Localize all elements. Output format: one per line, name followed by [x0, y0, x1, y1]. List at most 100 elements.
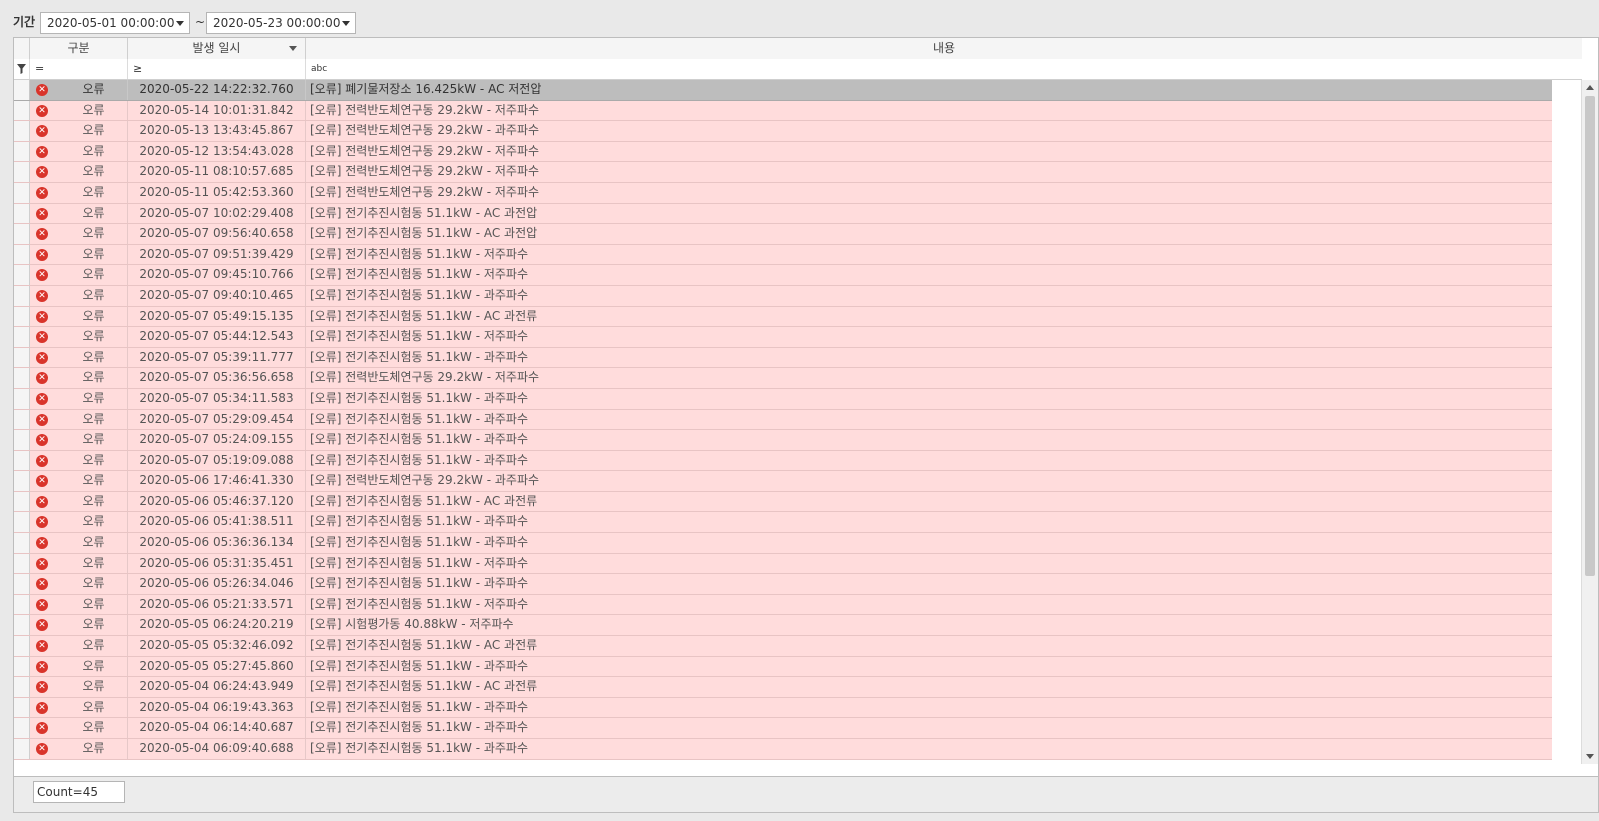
table-row[interactable]: ✕ 오류 2020-05-06 05:36:36.134 [오류] 전기추진시험동 5… [14, 533, 1552, 554]
row-indicator[interactable] [14, 718, 30, 738]
grid-footer: Count=45 [13, 777, 1599, 813]
cell-content: [오류] 전기추진시험동 51.1kW - 과주파수 [310, 576, 529, 591]
row-indicator[interactable] [14, 141, 30, 162]
start-date-value: 2020-05-01 00:00:00 [47, 16, 175, 30]
cell-content: [오류] 전기추진시험동 51.1kW - AC 과전류 [310, 679, 538, 694]
row-indicator[interactable] [14, 553, 30, 574]
row-indicator[interactable] [14, 285, 30, 306]
table-row[interactable]: ✕ 오류 2020-05-07 05:29:09.454 [오류] 전기추진시험동 5… [14, 409, 1552, 431]
table-row[interactable]: ✕ 오류 2020-05-07 05:49:15.135 [오류] 전기추진시험동 5… [14, 306, 1552, 328]
chevron-down-icon[interactable] [342, 21, 350, 26]
row-indicator[interactable] [14, 80, 30, 100]
table-row[interactable]: ✕ 오류 2020-05-06 05:41:38.511 [오류] 전기추진시험동 5… [14, 512, 1552, 534]
table-row[interactable]: ✕ 오류 2020-05-07 05:36:56.658 [오류] 전력반도체연구동 … [14, 368, 1552, 389]
filter-content[interactable]: abc [306, 59, 1582, 79]
row-indicator[interactable] [14, 636, 30, 656]
row-indicator[interactable] [14, 347, 30, 368]
table-row[interactable]: ✕ 오류 2020-05-06 05:31:35.451 [오류] 전기추진시험동 5… [14, 553, 1552, 575]
table-row[interactable]: ✕ 오류 2020-05-07 05:44:12.543 [오류] 전기추진시험동 5… [14, 327, 1552, 348]
chevron-down-icon[interactable] [176, 21, 184, 26]
cell-date: 2020-05-04 06:09:40.688 [128, 739, 306, 759]
row-indicator[interactable] [14, 409, 30, 430]
scroll-thumb[interactable] [1585, 96, 1595, 576]
table-row[interactable]: ✕ 오류 2020-05-07 09:51:39.429 [오류] 전기추진시험동 5… [14, 244, 1552, 266]
row-indicator[interactable] [14, 677, 30, 697]
row-indicator[interactable] [14, 306, 30, 327]
row-indicator[interactable] [14, 594, 30, 615]
error-x-icon: ✕ [30, 183, 50, 203]
cell-content: [오류] 전기추진시험동 51.1kW - 과주파수 [310, 741, 529, 755]
row-indicator[interactable] [14, 574, 30, 594]
row-indicator[interactable] [14, 450, 30, 471]
table-row[interactable]: ✕ 오류 2020-05-06 05:21:33.571 [오류] 전기추진시험동 5… [14, 594, 1552, 616]
row-indicator[interactable] [14, 533, 30, 553]
row-indicator[interactable] [14, 327, 30, 347]
table-row[interactable]: ✕ 오류 2020-05-06 05:46:37.120 [오류] 전기추진시험동 5… [14, 491, 1552, 513]
table-row[interactable]: ✕ 오류 2020-05-05 05:27:45.860 [오류] 전기추진시험동 5… [14, 656, 1552, 678]
error-x-icon: ✕ [30, 327, 50, 347]
table-row[interactable]: ✕ 오류 2020-05-05 06:24:20.219 [오류] 시험평가동 40.… [14, 615, 1552, 637]
cell-date: 2020-05-07 05:19:09.088 [128, 450, 306, 471]
table-row[interactable]: ✕ 오류 2020-05-04 06:19:43.363 [오류] 전기추진시험동 5… [14, 697, 1552, 719]
scroll-down-icon[interactable] [1586, 754, 1594, 759]
table-row[interactable]: ✕ 오류 2020-05-07 05:34:11.583 [오류] 전기추진시험동 5… [14, 388, 1552, 410]
table-row[interactable]: ✕ 오류 2020-05-06 17:46:41.330 [오류] 전력반도체연구동 … [14, 471, 1552, 492]
row-indicator[interactable] [14, 368, 30, 388]
row-indicator[interactable] [14, 615, 30, 636]
table-row[interactable]: ✕ 오류 2020-05-07 05:39:11.777 [오류] 전기추진시험동 5… [14, 347, 1552, 369]
table-row[interactable]: ✕ 오류 2020-05-07 09:45:10.766 [오류] 전기추진시험동 5… [14, 265, 1552, 286]
table-row[interactable]: ✕ 오류 2020-05-12 13:54:43.028 [오류] 전력반도체연구동 … [14, 141, 1552, 163]
column-header-type[interactable]: 구분 [30, 38, 128, 59]
cell-date: 2020-05-06 17:46:41.330 [128, 471, 306, 491]
row-indicator[interactable] [14, 265, 30, 285]
table-row[interactable]: ✕ 오류 2020-05-11 05:42:53.360 [오류] 전력반도체연구동 … [14, 182, 1552, 204]
row-indicator[interactable] [14, 182, 30, 203]
row-indicator[interactable] [14, 471, 30, 491]
row-indicator[interactable] [14, 430, 30, 450]
cell-type: 오류 [50, 244, 128, 265]
vertical-scrollbar[interactable] [1581, 80, 1598, 764]
end-date-picker[interactable]: 2020-05-23 00:00:00 [206, 12, 356, 34]
table-row[interactable]: ✕ 오류 2020-05-22 14:22:32.760 [오류] 폐기물저장소 16… [14, 80, 1552, 101]
cell-type: 오류 [50, 265, 128, 285]
start-date-picker[interactable]: 2020-05-01 00:00:00 [40, 12, 190, 34]
table-row[interactable]: ✕ 오류 2020-05-13 13:43:45.867 [오류] 전력반도체연구동 … [14, 121, 1552, 142]
filter-date[interactable]: ≥ [128, 59, 306, 79]
table-row[interactable]: ✕ 오류 2020-05-07 09:56:40.658 [오류] 전기추진시험동 5… [14, 224, 1552, 245]
row-indicator[interactable] [14, 162, 30, 182]
cell-type: 오류 [50, 224, 128, 244]
table-row[interactable]: ✕ 오류 2020-05-06 05:26:34.046 [오류] 전기추진시험동 5… [14, 574, 1552, 595]
table-row[interactable]: ✕ 오류 2020-05-07 09:40:10.465 [오류] 전기추진시험동 5… [14, 285, 1552, 307]
filter-type[interactable]: = [30, 59, 128, 79]
table-row[interactable]: ✕ 오류 2020-05-04 06:09:40.688 [오류] 전기추진시험동 5… [14, 739, 1552, 760]
row-indicator[interactable] [14, 739, 30, 759]
row-indicator[interactable] [14, 697, 30, 718]
table-row[interactable]: ✕ 오류 2020-05-05 05:32:46.092 [오류] 전기추진시험동 5… [14, 636, 1552, 657]
table-row[interactable]: ✕ 오류 2020-05-14 10:01:31.842 [오류] 전력반도체연구동 … [14, 100, 1552, 122]
column-header-date-label: 발생 일시 [192, 41, 241, 55]
table-row[interactable]: ✕ 오류 2020-05-04 06:14:40.687 [오류] 전기추진시험동 5… [14, 718, 1552, 739]
error-x-icon: ✕ [30, 286, 50, 306]
row-indicator[interactable] [14, 100, 30, 121]
row-indicator[interactable] [14, 244, 30, 265]
column-header-content[interactable]: 내용 [306, 38, 1582, 59]
row-indicator[interactable] [14, 512, 30, 533]
row-indicator[interactable] [14, 388, 30, 409]
table-row[interactable]: ✕ 오류 2020-05-07 05:19:09.088 [오류] 전기추진시험동 5… [14, 450, 1552, 472]
table-row[interactable]: ✕ 오류 2020-05-07 05:24:09.155 [오류] 전기추진시험동 5… [14, 430, 1552, 451]
cell-date: 2020-05-06 05:46:37.120 [128, 491, 306, 512]
scroll-up-icon[interactable] [1586, 85, 1594, 90]
cell-date: 2020-05-07 09:40:10.465 [128, 285, 306, 306]
row-indicator[interactable] [14, 224, 30, 244]
row-indicator[interactable] [14, 491, 30, 512]
error-x-icon: ✕ [30, 307, 50, 327]
row-indicator[interactable] [14, 656, 30, 677]
column-header-date[interactable]: 발생 일시 [128, 38, 306, 59]
table-row[interactable]: ✕ 오류 2020-05-04 06:24:43.949 [오류] 전기추진시험동 5… [14, 677, 1552, 698]
row-indicator[interactable] [14, 121, 30, 141]
row-indicator[interactable] [14, 203, 30, 224]
table-row[interactable]: ✕ 오류 2020-05-07 10:02:29.408 [오류] 전기추진시험동 5… [14, 203, 1552, 225]
table-row[interactable]: ✕ 오류 2020-05-11 08:10:57.685 [오류] 전력반도체연구동 … [14, 162, 1552, 183]
cell-content: [오류] 전기추진시험동 51.1kW - 과주파수 [310, 432, 529, 447]
cell-date: 2020-05-06 05:26:34.046 [128, 574, 306, 594]
